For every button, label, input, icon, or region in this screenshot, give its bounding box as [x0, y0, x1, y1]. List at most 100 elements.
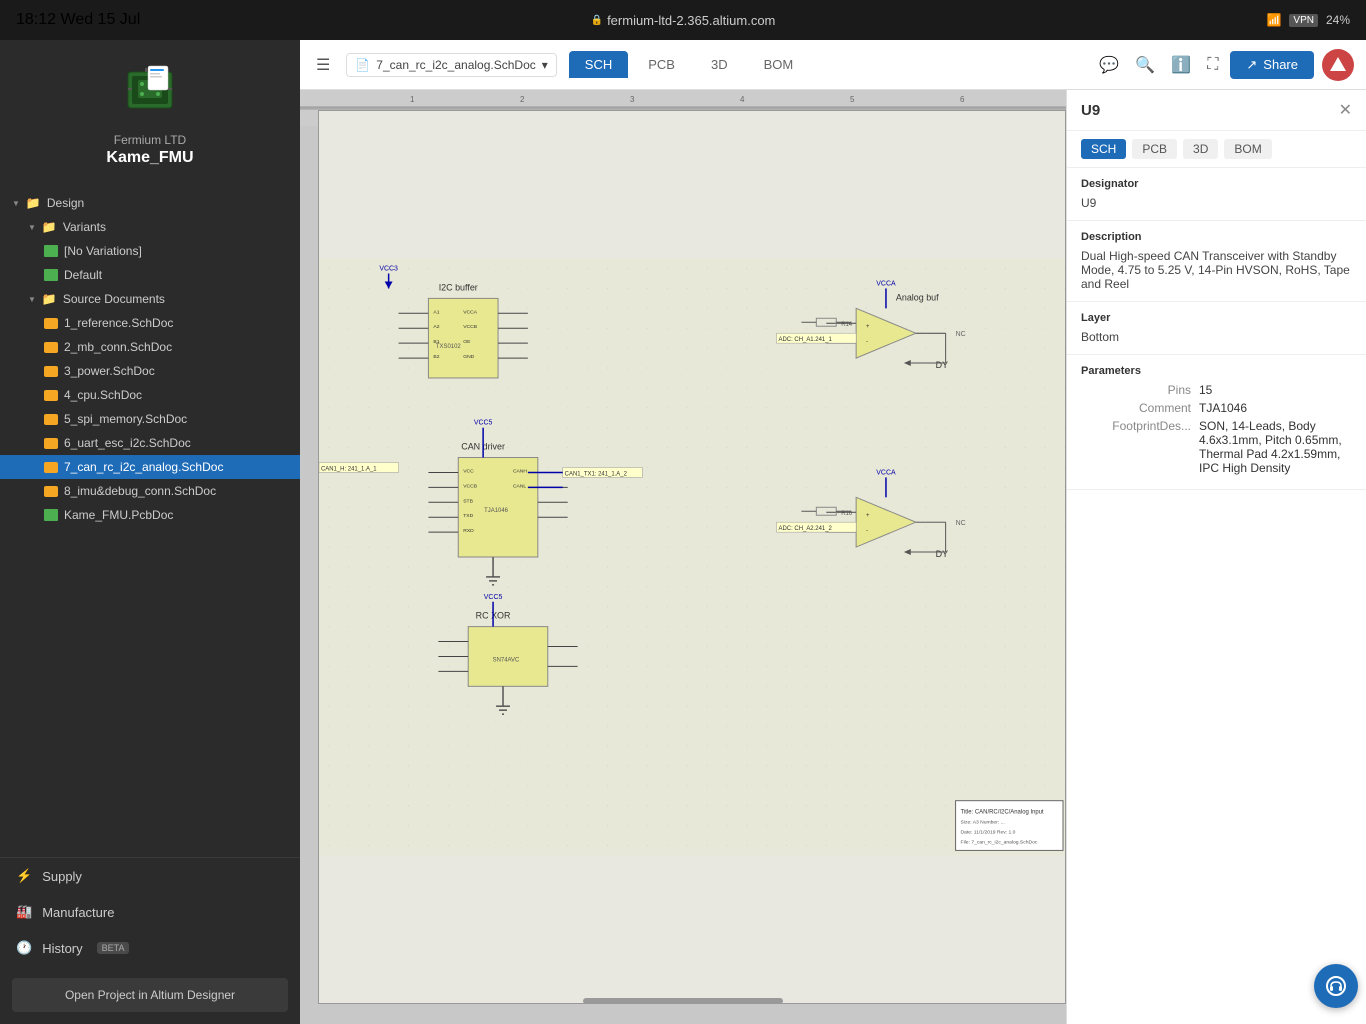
- right-area: ☰ 📄 7_can_rc_i2c_analog.SchDoc ▾ SCH PCB…: [300, 40, 1366, 1024]
- panel-component-id: U9: [1081, 102, 1100, 119]
- content-area: 1 2 3 4 5 6: [300, 90, 1366, 1024]
- headset-icon: [1325, 975, 1347, 997]
- tab-sch[interactable]: SCH: [569, 51, 628, 78]
- top-bar-url: 🔒 fermium-ltd-2.365.altium.com: [591, 13, 776, 28]
- panel-tabs: SCH PCB 3D BOM: [1067, 131, 1366, 168]
- sidebar-file-2[interactable]: 2_mb_conn.SchDoc: [0, 335, 300, 359]
- file-sch-icon: [44, 342, 58, 353]
- vpn-icon: VPN: [1289, 14, 1318, 27]
- file-sch-icon-active: [44, 462, 58, 473]
- beta-badge: BETA: [97, 942, 130, 954]
- chevron-down-icon: ▼: [28, 295, 36, 304]
- sidebar-item-no-variations[interactable]: [No Variations]: [0, 239, 300, 263]
- designator-label: Designator: [1081, 178, 1352, 190]
- svg-text:RXD: RXD: [463, 528, 474, 534]
- project-name: Kame_FMU: [106, 149, 193, 167]
- sidebar-file-4[interactable]: 4_cpu.SchDoc: [0, 383, 300, 407]
- sidebar-file-5[interactable]: 5_spi_memory.SchDoc: [0, 407, 300, 431]
- schematic-viewer[interactable]: 1 2 3 4 5 6: [300, 90, 1066, 1024]
- svg-text:CAN1_H: 241_1.A_1: CAN1_H: 241_1.A_1: [321, 466, 377, 472]
- file-pcb-icon: [44, 509, 58, 521]
- sidebar: Fermium LTD Kame_FMU ▼ 📁 Design ▼ 📁 Vari…: [0, 40, 300, 1024]
- schematic-canvas[interactable]: I2C buffer A1: [318, 110, 1066, 1004]
- panel-tab-sch[interactable]: SCH: [1081, 139, 1126, 159]
- company-name: Fermium LTD: [114, 133, 186, 147]
- svg-text:+: +: [866, 513, 870, 519]
- history-icon: 🕐: [16, 940, 32, 956]
- info-button[interactable]: ℹ️: [1167, 51, 1195, 79]
- sidebar-item-source-docs[interactable]: ▼ 📁 Source Documents: [0, 287, 300, 311]
- sidebar-history[interactable]: 🕐 History BETA: [0, 930, 300, 966]
- svg-text:Size: A3 Number: ...: Size: A3 Number: ...: [961, 820, 1005, 826]
- top-bar-time: 18:12 Wed 15 Jul: [16, 11, 140, 29]
- sidebar-item-variants[interactable]: ▼ 📁 Variants: [0, 215, 300, 239]
- battery-level: 24%: [1326, 13, 1350, 27]
- file-sch-icon: [44, 486, 58, 497]
- horizontal-scrollbar[interactable]: [583, 998, 783, 1004]
- description-label: Description: [1081, 231, 1352, 243]
- svg-text:VCC5: VCC5: [474, 420, 493, 427]
- expand-button[interactable]: ⛶: [1203, 52, 1222, 78]
- tab-3d[interactable]: 3D: [695, 51, 744, 78]
- svg-text:I2C buffer: I2C buffer: [439, 282, 478, 292]
- svg-text:VCCA: VCCA: [463, 309, 477, 315]
- sidebar-file-8[interactable]: 8_imu&debug_conn.SchDoc: [0, 479, 300, 503]
- sidebar-manufacture[interactable]: 🏭 Manufacture: [0, 894, 300, 930]
- description-value: Dual High-speed CAN Transceiver with Sta…: [1081, 249, 1352, 291]
- altium-logo-button[interactable]: [1322, 49, 1354, 81]
- sidebar-item-default[interactable]: Default: [0, 263, 300, 287]
- lock-icon: 🔒: [591, 15, 603, 26]
- svg-text:GND: GND: [463, 354, 474, 360]
- svg-text:VCC5: VCC5: [484, 594, 503, 601]
- svg-text:CANL: CANL: [513, 483, 526, 489]
- supply-icon: ⚡: [16, 868, 32, 884]
- chat-icon-button[interactable]: 💬: [1095, 51, 1123, 79]
- panel-tab-bom[interactable]: BOM: [1224, 139, 1271, 159]
- chevron-down-icon: ▼: [12, 199, 20, 208]
- panel-close-button[interactable]: ✕: [1339, 100, 1352, 120]
- panel-tab-pcb[interactable]: PCB: [1132, 139, 1177, 159]
- file-sch-icon: [44, 366, 58, 377]
- hamburger-button[interactable]: ☰: [312, 51, 334, 79]
- tab-pcb[interactable]: PCB: [632, 51, 691, 78]
- support-chat-button[interactable]: [1314, 964, 1358, 1008]
- main-layout: Fermium LTD Kame_FMU ▼ 📁 Design ▼ 📁 Vari…: [0, 40, 1366, 1024]
- panel-tab-3d[interactable]: 3D: [1183, 139, 1218, 159]
- sidebar-file-7[interactable]: 7_can_rc_i2c_analog.SchDoc: [0, 455, 300, 479]
- file-sch-icon: [44, 438, 58, 449]
- file-sch-icon: [44, 390, 58, 401]
- tab-bom[interactable]: BOM: [748, 51, 810, 78]
- file-selector[interactable]: 📄 7_can_rc_i2c_analog.SchDoc ▾: [346, 53, 556, 77]
- svg-text:6: 6: [960, 95, 965, 104]
- logo-container: [120, 60, 180, 125]
- svg-text:-: -: [866, 528, 868, 534]
- sidebar-supply[interactable]: ⚡ Supply: [0, 858, 300, 894]
- svg-text:DY: DY: [936, 549, 948, 559]
- schematic-svg: I2C buffer A1: [319, 111, 1065, 1003]
- svg-text:ADC: CH_A1.241_1: ADC: CH_A1.241_1: [779, 337, 833, 343]
- sidebar-file-3[interactable]: 3_power.SchDoc: [0, 359, 300, 383]
- svg-text:TXD: TXD: [463, 513, 473, 519]
- svg-text:A1: A1: [433, 309, 439, 315]
- project-logo: [120, 60, 180, 120]
- sidebar-file-pcb[interactable]: Kame_FMU.PcbDoc: [0, 503, 300, 527]
- svg-text:+: +: [866, 324, 870, 330]
- svg-text:Title: CAN/RC/I2C/Analog Input: Title: CAN/RC/I2C/Analog Input: [961, 810, 1045, 816]
- search-button[interactable]: 🔍: [1131, 51, 1159, 79]
- folder-icon: 📁: [26, 196, 41, 210]
- sidebar-file-1[interactable]: 1_reference.SchDoc: [0, 311, 300, 335]
- sidebar-item-design[interactable]: ▼ 📁 Design: [0, 191, 300, 215]
- svg-text:1: 1: [410, 95, 415, 104]
- svg-text:VCCB: VCCB: [463, 483, 477, 489]
- share-button[interactable]: ↗ Share: [1230, 51, 1314, 79]
- open-project-button[interactable]: Open Project in Altium Designer: [12, 978, 288, 1012]
- layer-section: Layer Bottom: [1067, 302, 1366, 355]
- panel-header: U9 ✕: [1067, 90, 1366, 131]
- dropdown-icon: ▾: [542, 58, 548, 72]
- svg-text:File: 7_can_rc_i2c_analog.SchD: File: 7_can_rc_i2c_analog.SchDoc: [961, 839, 1038, 845]
- designator-section: Designator U9: [1067, 168, 1366, 221]
- sidebar-bottom: ⚡ Supply 🏭 Manufacture 🕐 History BETA Op…: [0, 857, 300, 1024]
- sidebar-file-6[interactable]: 6_uart_esc_i2c.SchDoc: [0, 431, 300, 455]
- param-comment: Comment TJA1046: [1081, 401, 1352, 415]
- svg-text:VCC: VCC: [463, 468, 474, 474]
